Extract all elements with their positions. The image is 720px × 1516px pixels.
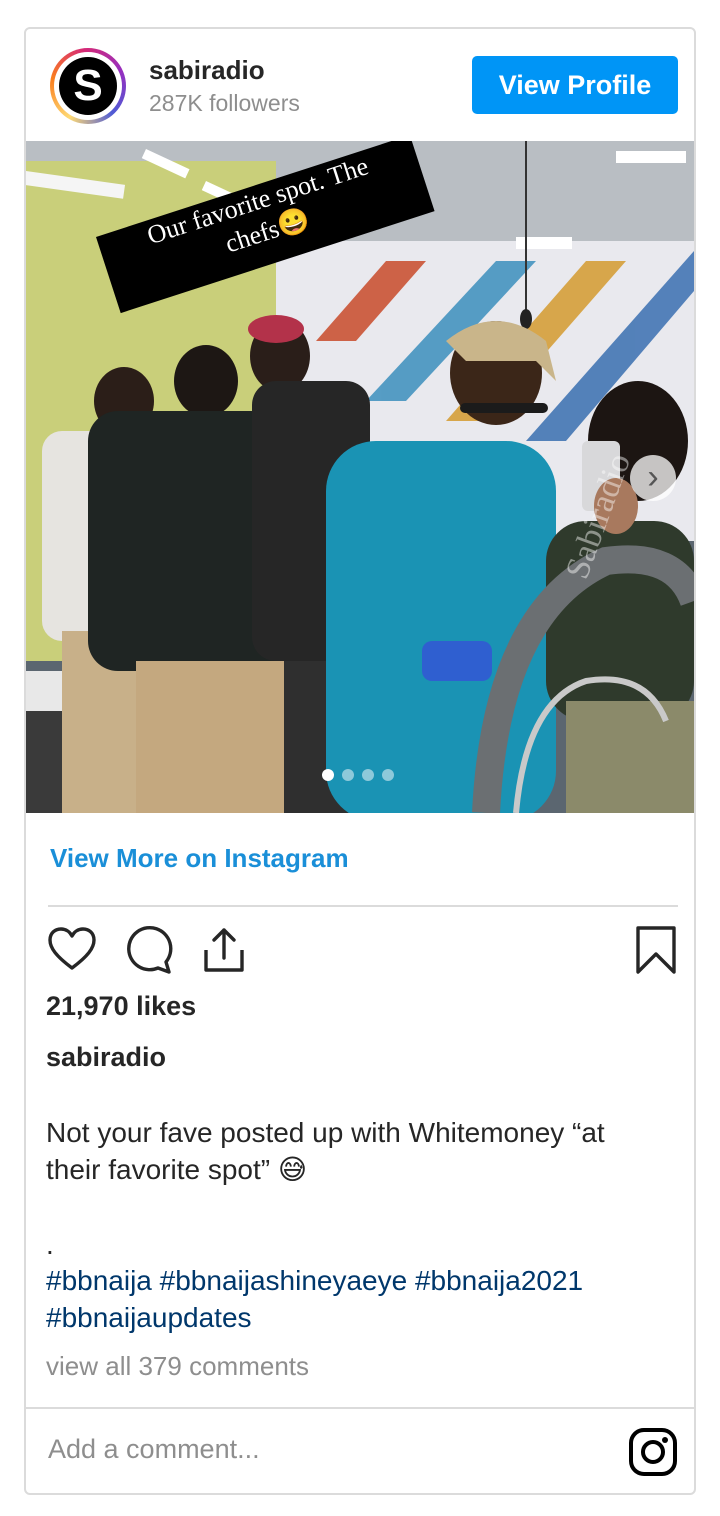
post-image[interactable]: Sabiradio Our favorite spot. The chefs😀 … [26, 141, 694, 813]
divider [26, 1407, 694, 1409]
comment-icon[interactable] [122, 924, 174, 976]
caption-separator: . [46, 1229, 54, 1260]
share-icon[interactable] [198, 924, 250, 976]
view-more-link[interactable]: View More on Instagram [50, 843, 349, 874]
carousel-dot-1 [322, 769, 334, 781]
bookmark-icon[interactable] [630, 924, 682, 976]
carousel-dot-2 [342, 769, 354, 781]
carousel-dot-3 [362, 769, 374, 781]
carousel-dot-4 [382, 769, 394, 781]
post-header: S sabiradio 287K followers View Profile [26, 29, 694, 141]
caption-text: Not your fave posted up with Whitemoney … [46, 1117, 605, 1185]
follower-count: 287K followers [149, 90, 300, 116]
heart-icon[interactable] [46, 924, 98, 976]
avatar[interactable]: S [50, 48, 126, 124]
carousel-indicator [322, 769, 394, 781]
instagram-icon[interactable] [628, 1427, 678, 1477]
divider [48, 905, 678, 907]
view-profile-button[interactable]: View Profile [472, 56, 678, 114]
view-all-comments-link[interactable]: view all 379 comments [46, 1351, 309, 1382]
instagram-embed-card: S sabiradio 287K followers View Profile [24, 27, 696, 1495]
action-bar [44, 924, 684, 976]
comment-input[interactable] [46, 1423, 610, 1475]
username[interactable]: sabiradio [149, 55, 265, 86]
chevron-right-icon[interactable]: › [630, 455, 676, 501]
like-count[interactable]: 21,970 likes [46, 991, 196, 1022]
avatar-letter: S [59, 57, 117, 115]
caption-username[interactable]: sabiradio [46, 1042, 166, 1073]
caption-hashtags[interactable]: #bbnaija #bbnaijashineyaeye #bbnaija2021… [46, 1262, 666, 1336]
